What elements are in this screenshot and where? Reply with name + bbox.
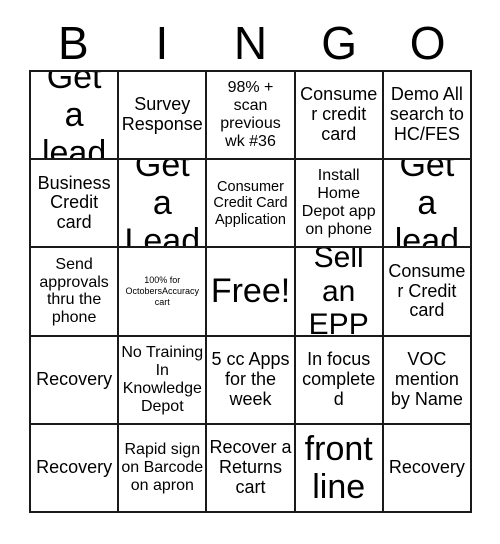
- header-letter-label: B: [57, 17, 89, 69]
- bingo-cell[interactable]: Install Home Depot app on phone: [295, 160, 384, 249]
- bingo-cell-label: Recovery: [36, 368, 113, 389]
- bingo-cell-label: Demo All search to HC/FES: [389, 84, 464, 144]
- bingo-cell[interactable]: Demo All search to HC/FES: [383, 72, 472, 161]
- header-letter-g: G: [295, 16, 384, 70]
- header-letter-b: B: [29, 16, 118, 70]
- bingo-cell[interactable]: Consumer credit card: [295, 72, 384, 161]
- bingo-cell-label: Recovery: [36, 456, 113, 477]
- header-letter-i: I: [118, 16, 207, 70]
- bingo-cell[interactable]: Recovery: [31, 424, 120, 513]
- bingo-cell[interactable]: Recover a Returns cart: [207, 424, 296, 513]
- header-letter-label: G: [321, 17, 357, 69]
- bingo-cell[interactable]: VOC mention by Name: [383, 336, 472, 425]
- bingo-cell-label: No Training In Knowledge Depot: [121, 343, 204, 415]
- bingo-cell[interactable]: 5 cc Apps for the week: [207, 336, 296, 425]
- bingo-cell-label: VOC mention by Name: [390, 349, 463, 409]
- bingo-cell-label: Send approvals thru the phone: [39, 255, 109, 327]
- bingo-cell-label: Survey Response: [121, 94, 203, 135]
- bingo-card: B I N G O Get a lead Survey Response 98%…: [0, 0, 500, 544]
- bingo-cell[interactable]: Consumer Credit Card Application: [207, 160, 296, 249]
- bingo-cell[interactable]: Rapid sign on Barcode on apron: [119, 424, 208, 513]
- bingo-grid: Get a lead Survey Response 98% + scan pr…: [29, 70, 472, 513]
- bingo-cell[interactable]: No Training In Knowledge Depot: [119, 336, 208, 425]
- bingo-cell-free-space[interactable]: Free!: [207, 248, 296, 337]
- header-letter-label: I: [155, 17, 169, 69]
- bingo-cell[interactable]: Consumer Credit card: [383, 248, 472, 337]
- bingo-cell[interactable]: 100% for OctobersAccuracy cart: [119, 248, 208, 337]
- bingo-cell[interactable]: Send approvals thru the phone: [31, 248, 120, 337]
- header-letter-label: N: [233, 17, 268, 69]
- bingo-cell-label: Sell an EPP: [308, 248, 369, 337]
- bingo-cell-label: front line: [304, 429, 373, 506]
- bingo-cell-label: 5 cc Apps for the week: [211, 349, 290, 409]
- bingo-cell[interactable]: 98% + scan previous wk #36: [207, 72, 296, 161]
- bingo-cell[interactable]: Sell an EPP: [295, 248, 384, 337]
- bingo-header: B I N G O: [29, 16, 472, 70]
- bingo-cell[interactable]: Recovery: [31, 336, 120, 425]
- bingo-cell-label: Get a Lead: [124, 160, 201, 249]
- bingo-cell-label: 98% + scan previous wk #36: [220, 79, 281, 150]
- bingo-cell-label: Consumer Credit card: [388, 260, 466, 321]
- bingo-cell[interactable]: Get a Lead: [119, 160, 208, 249]
- bingo-cell-label: Consumer credit card: [300, 84, 378, 144]
- bingo-cell-label: Get a lead: [394, 160, 460, 249]
- header-letter-n: N: [206, 16, 295, 70]
- bingo-cell-label: Free!: [210, 272, 291, 311]
- bingo-cell[interactable]: Get a lead: [383, 160, 472, 249]
- bingo-cell[interactable]: Survey Response: [119, 72, 208, 161]
- bingo-cell-label: 100% for OctobersAccuracy cart: [125, 274, 200, 308]
- bingo-cell-label: Consumer Credit Card Application: [213, 178, 288, 228]
- bingo-cell-label: Recover a Returns cart: [209, 437, 292, 497]
- bingo-cell[interactable]: front line: [295, 424, 384, 513]
- bingo-cell-label: Rapid sign on Barcode on apron: [121, 441, 204, 494]
- bingo-cell-label: In focus completed: [302, 349, 376, 409]
- header-letter-label: O: [409, 17, 446, 69]
- bingo-cell[interactable]: Get a lead: [31, 72, 120, 161]
- bingo-cell[interactable]: Recovery: [383, 424, 472, 513]
- bingo-cell-label: Get a lead: [41, 72, 107, 161]
- header-letter-o: O: [383, 16, 472, 70]
- bingo-cell-label: Recovery: [388, 456, 465, 477]
- bingo-cell[interactable]: Business Credit card: [31, 160, 120, 249]
- bingo-cell[interactable]: In focus completed: [295, 336, 384, 425]
- bingo-cell-label: Business Credit card: [37, 172, 111, 233]
- bingo-cell-label: Install Home Depot app on phone: [301, 167, 376, 239]
